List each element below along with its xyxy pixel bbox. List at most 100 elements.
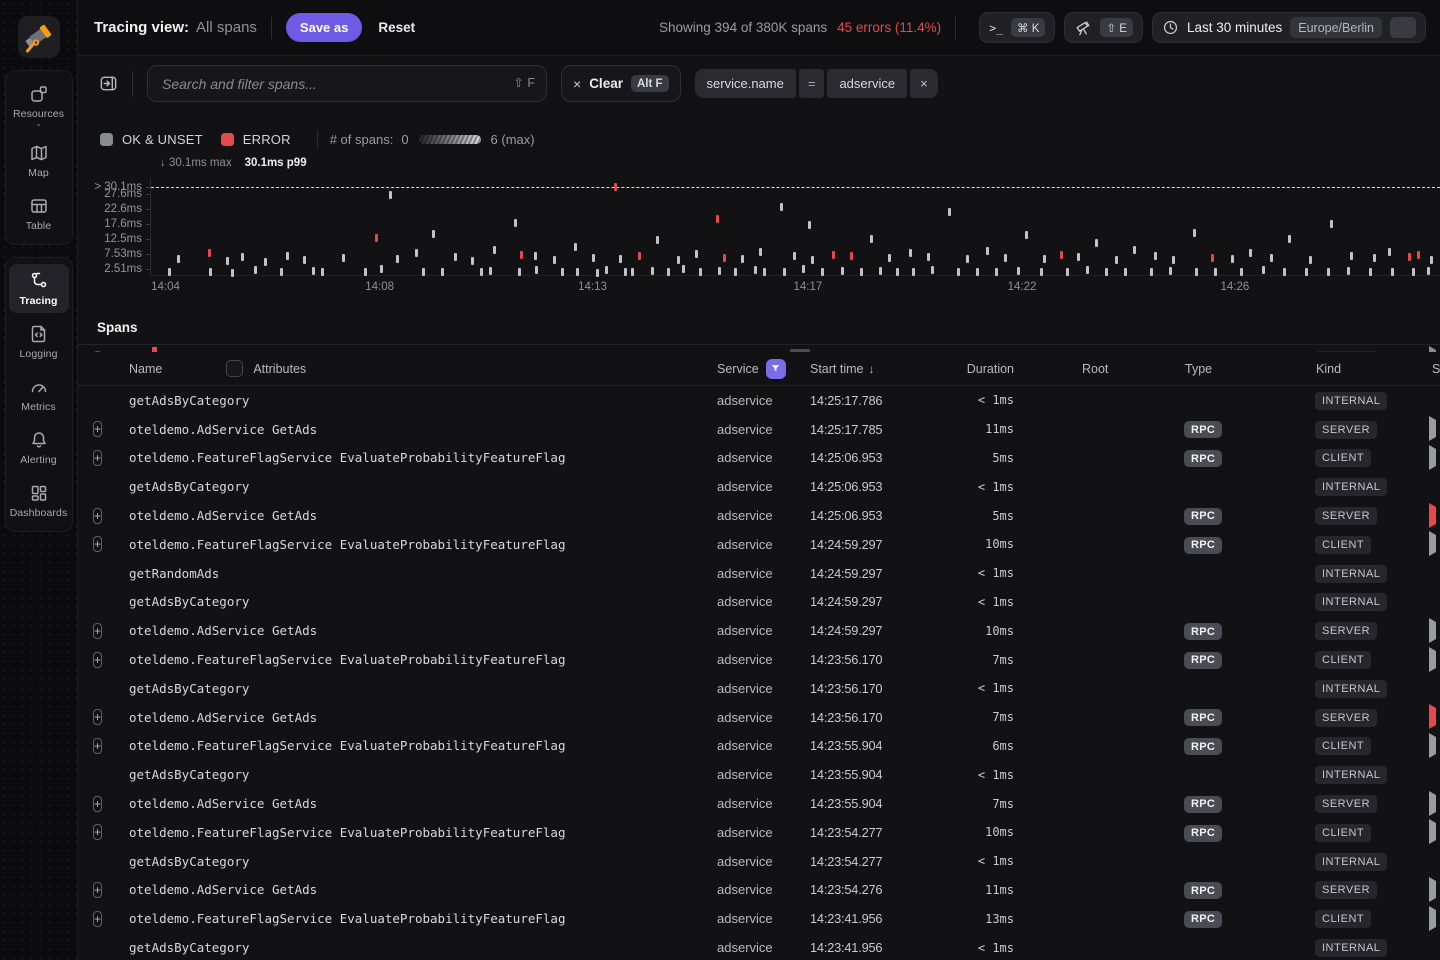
span-point[interactable] <box>415 249 418 257</box>
span-point[interactable] <box>342 254 345 262</box>
expand-row-button[interactable]: + <box>93 796 102 812</box>
table-row[interactable]: + oteldemo.FeatureFlagService EvaluatePr… <box>78 818 1440 847</box>
span-point[interactable] <box>808 221 811 229</box>
span-point[interactable] <box>759 248 762 256</box>
span-point[interactable] <box>1240 268 1243 276</box>
span-point[interactable] <box>909 249 912 257</box>
span-point[interactable] <box>241 253 244 261</box>
expand-row-button[interactable]: + <box>93 882 102 898</box>
span-point[interactable] <box>656 236 659 244</box>
span-point[interactable] <box>624 268 627 276</box>
sidebar-item-metrics[interactable]: Metrics <box>9 370 69 419</box>
span-point[interactable] <box>592 254 595 262</box>
span-point[interactable] <box>1417 251 1420 259</box>
span-point[interactable] <box>177 255 180 263</box>
span-point[interactable] <box>209 268 212 276</box>
column-duration[interactable]: Duration <box>940 362 1014 376</box>
span-point[interactable] <box>454 253 457 261</box>
span-point[interactable] <box>614 183 617 191</box>
table-row[interactable]: + getAdsByCategory adservice 14:23:56.17… <box>78 674 1440 703</box>
table-row[interactable]: + oteldemo.AdService GetAds adservice 14… <box>78 345 1440 352</box>
span-point[interactable] <box>561 268 564 276</box>
span-point[interactable] <box>966 255 969 263</box>
span-point[interactable] <box>1350 252 1353 260</box>
span-point[interactable] <box>1330 220 1333 228</box>
span-point[interactable] <box>879 267 882 275</box>
sidebar-item-alerting[interactable]: Alerting <box>9 423 69 472</box>
span-point[interactable] <box>1043 255 1046 263</box>
span-point[interactable] <box>734 268 737 276</box>
span-point[interactable] <box>1214 268 1217 276</box>
column-attributes[interactable]: Attributes <box>253 362 306 376</box>
span-point[interactable] <box>535 266 538 274</box>
span-point[interactable] <box>780 203 783 211</box>
span-point[interactable] <box>754 266 757 274</box>
column-start-time[interactable]: Start time ↓ <box>810 362 940 376</box>
span-point[interactable] <box>380 265 383 273</box>
column-kind[interactable]: Kind <box>1278 362 1391 376</box>
span-point[interactable] <box>254 266 257 274</box>
span-point[interactable] <box>520 251 523 259</box>
scrollbar-thumb[interactable] <box>790 349 810 352</box>
time-range-button[interactable]: Last 30 minutes Europe/Berlin <box>1152 12 1426 43</box>
table-row[interactable]: + oteldemo.FeatureFlagService EvaluatePr… <box>78 444 1440 473</box>
table-row[interactable]: + oteldemo.AdService GetAds adservice 14… <box>78 876 1440 905</box>
span-point[interactable] <box>1086 266 1089 274</box>
table-row[interactable]: + oteldemo.FeatureFlagService EvaluatePr… <box>78 732 1440 761</box>
span-point[interactable] <box>841 267 844 275</box>
span-point[interactable] <box>1391 268 1394 276</box>
span-point[interactable] <box>1309 256 1312 264</box>
span-point[interactable] <box>850 252 853 260</box>
span-point[interactable] <box>1347 267 1350 275</box>
span-point[interactable] <box>1004 254 1007 262</box>
table-row[interactable]: + getAdsByCategory adservice 14:25:17.78… <box>78 386 1440 415</box>
span-point[interactable] <box>832 251 835 259</box>
span-point[interactable] <box>574 243 577 251</box>
sidebar-item-dashboards[interactable]: Dashboards <box>9 476 69 525</box>
span-point[interactable] <box>493 246 496 254</box>
span-point[interactable] <box>396 255 399 263</box>
table-row[interactable]: + getAdsByCategory adservice 14:23:55.90… <box>78 760 1440 789</box>
span-point[interactable] <box>1193 229 1196 237</box>
span-point[interactable] <box>802 265 805 273</box>
span-point[interactable] <box>1249 249 1252 257</box>
expand-row-button[interactable]: + <box>93 911 102 927</box>
span-point[interactable] <box>718 267 721 275</box>
span-point[interactable] <box>948 208 951 216</box>
span-point[interactable] <box>1288 235 1291 243</box>
clear-filters-button[interactable]: × Clear Alt F <box>561 65 681 102</box>
service-filter-icon[interactable] <box>766 359 786 379</box>
span-point[interactable] <box>303 256 306 264</box>
span-point[interactable] <box>619 255 622 263</box>
span-point[interactable] <box>280 268 283 276</box>
sidebar-item-resources[interactable]: Resources ⌄ <box>9 77 69 132</box>
span-point[interactable] <box>723 254 726 262</box>
sidebar-item-map[interactable]: Map <box>9 136 69 185</box>
span-point[interactable] <box>1211 254 1214 262</box>
table-row[interactable]: + oteldemo.FeatureFlagService EvaluatePr… <box>78 645 1440 674</box>
expand-row-button[interactable]: + <box>93 421 102 437</box>
span-point[interactable] <box>651 267 654 275</box>
span-point[interactable] <box>986 247 989 255</box>
span-point[interactable] <box>793 252 796 260</box>
expand-row-button[interactable]: + <box>93 536 102 552</box>
search-input[interactable] <box>147 65 547 102</box>
table-row[interactable]: + oteldemo.AdService GetAds adservice 14… <box>78 789 1440 818</box>
span-point[interactable] <box>553 256 556 264</box>
span-point[interactable] <box>534 252 537 260</box>
table-row[interactable]: + getRandomAds adservice 14:24:59.297 < … <box>78 559 1440 588</box>
span-point[interactable] <box>1017 267 1020 275</box>
expand-row-button[interactable]: + <box>93 508 102 524</box>
table-row[interactable]: + oteldemo.FeatureFlagService EvaluatePr… <box>78 904 1440 933</box>
span-point[interactable] <box>226 257 229 265</box>
sidebar-item-table[interactable]: Table <box>9 189 69 238</box>
span-point[interactable] <box>821 268 824 276</box>
span-point[interactable] <box>716 215 719 223</box>
column-root[interactable]: Root <box>1014 362 1160 376</box>
span-point[interactable] <box>471 257 474 265</box>
span-point[interactable] <box>208 249 211 257</box>
span-point[interactable] <box>1169 267 1172 275</box>
table-row[interactable]: + getAdsByCategory adservice 14:23:54.27… <box>78 847 1440 876</box>
span-point[interactable] <box>870 235 873 243</box>
span-point[interactable] <box>1040 268 1043 276</box>
